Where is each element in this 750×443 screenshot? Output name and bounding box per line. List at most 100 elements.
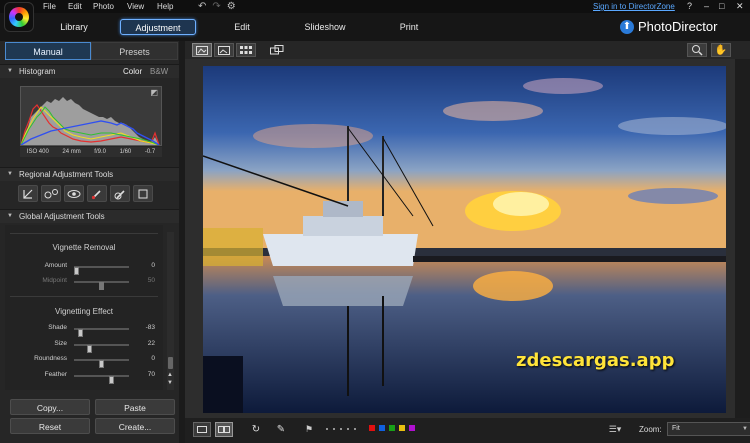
rotate-icon[interactable]: ↻ (248, 422, 264, 437)
clipping-warning-icon[interactable]: ◩ (150, 88, 158, 97)
radial-filter-icon[interactable] (133, 185, 153, 202)
histogram-mode-bw[interactable]: B&W (150, 67, 168, 76)
tab-presets[interactable]: Presets (91, 42, 178, 60)
draw-tool-icon[interactable]: ✎ (273, 422, 289, 437)
scroll-up-icon[interactable]: ▲ (167, 372, 173, 378)
slider-thumb[interactable] (99, 282, 104, 290)
slider-thumb[interactable] (99, 360, 104, 368)
crop-tool-icon[interactable] (18, 185, 38, 202)
gradient-mask-icon[interactable] (110, 185, 130, 202)
slider-track[interactable] (74, 375, 129, 384)
slider-thumb[interactable] (109, 376, 114, 384)
menu-file[interactable]: File (43, 2, 56, 11)
regional-tools-row (18, 185, 153, 202)
exif-focal-length: 24 mm (62, 149, 81, 155)
scrollbar-thumb[interactable] (168, 357, 173, 369)
scroll-down-icon[interactable]: ▼ (167, 380, 173, 386)
slider-track[interactable] (74, 266, 129, 275)
slider-amount[interactable]: Amount 0 (5, 261, 163, 275)
slider-track[interactable] (74, 344, 129, 353)
color-label-blue[interactable] (379, 425, 385, 431)
rating-dot[interactable] (347, 428, 349, 430)
global-tools-header[interactable]: ▼ Global Adjustment Tools (0, 209, 179, 223)
before-after-view-icon[interactable] (192, 43, 212, 57)
slider-label: Size (54, 340, 67, 347)
rating-dot[interactable] (333, 428, 335, 430)
single-view-icon[interactable] (214, 43, 234, 57)
hand-tool-icon[interactable]: ✋ (711, 43, 731, 57)
menu-bar: File Edit Photo View Help ↶ ↷ ⚙ Sign in … (0, 0, 750, 13)
tab-edit[interactable]: Edit (222, 19, 262, 35)
minimize-button[interactable]: – (704, 1, 709, 11)
side-by-side-view-icon[interactable] (215, 422, 233, 437)
menu-help[interactable]: Help (157, 2, 173, 11)
histogram-graph (20, 97, 160, 146)
histogram-mode-color[interactable]: Color (123, 67, 142, 76)
rating-dot[interactable] (340, 428, 342, 430)
help-button[interactable]: ? (687, 1, 692, 11)
exif-shutter: 1/60 (119, 149, 132, 155)
slider-thumb[interactable] (74, 267, 79, 275)
regional-tools-title: Regional Adjustment Tools (19, 170, 114, 179)
tab-print[interactable]: Print (392, 19, 426, 35)
tab-library[interactable]: Library (48, 19, 100, 35)
global-tools-content: Vignette Removal Amount 0 Midpoint 50 Vi… (5, 225, 163, 390)
exif-info-bar: ISO 400 24 mm f/9.0 1/60 -0.7 (20, 147, 162, 157)
slider-label: Shade (48, 324, 67, 331)
tab-adjustment[interactable]: Adjustment (120, 19, 196, 35)
red-eye-icon[interactable] (64, 185, 84, 202)
create-button[interactable]: Create... (95, 418, 175, 434)
sort-menu-icon[interactable]: ☰▾ (605, 422, 625, 437)
spot-removal-icon[interactable] (41, 185, 61, 202)
menu-photo[interactable]: Photo (93, 2, 114, 11)
color-label-red[interactable] (369, 425, 375, 431)
paste-button[interactable]: Paste (95, 399, 175, 415)
color-label-purple[interactable] (409, 425, 415, 431)
rating-dot[interactable] (354, 428, 356, 430)
panel-scrollbar[interactable]: ▲ ▼ (167, 232, 174, 390)
adjustment-brush-icon[interactable] (87, 185, 107, 202)
tab-slideshow[interactable]: Slideshow (296, 19, 354, 35)
menu-edit[interactable]: Edit (68, 2, 82, 11)
slider-feather[interactable]: Feather 70 (5, 370, 163, 384)
slider-thumb[interactable] (78, 329, 83, 337)
viewer-scrollbar[interactable] (735, 59, 750, 418)
zoom-tool-icon[interactable] (687, 43, 707, 57)
reset-button[interactable]: Reset (10, 418, 90, 434)
histogram-header[interactable]: ▼ Histogram Color B&W (0, 64, 179, 78)
maximize-button[interactable]: □ (719, 1, 724, 11)
flag-icon[interactable]: ⚑ (301, 422, 317, 437)
brand-logo: ⬆ PhotoDirector (620, 19, 717, 34)
slider-track[interactable] (74, 328, 129, 337)
tab-manual[interactable]: Manual (5, 42, 91, 60)
grid-view-icon[interactable] (236, 43, 256, 57)
slider-track[interactable] (74, 359, 129, 368)
menu-view[interactable]: View (127, 2, 144, 11)
collapse-triangle-icon: ▼ (7, 213, 13, 219)
compare-view-icon[interactable] (267, 43, 287, 57)
slider-midpoint[interactable]: Midpoint 50 (5, 276, 163, 290)
slider-thumb[interactable] (86, 345, 92, 353)
redo-icon[interactable]: ↷ (212, 1, 220, 12)
copy-button[interactable]: Copy... (10, 399, 90, 415)
slider-value: 50 (147, 277, 155, 284)
color-label-yellow[interactable] (399, 425, 405, 431)
slider-track[interactable] (74, 281, 129, 290)
module-bar: Library Adjustment Edit Slideshow Print … (0, 13, 750, 41)
slider-shade[interactable]: Shade -83 (5, 323, 163, 337)
color-label-green[interactable] (389, 425, 395, 431)
close-button[interactable]: ✕ (736, 1, 744, 12)
undo-icon[interactable]: ↶ (198, 1, 206, 12)
slider-value: 0 (151, 355, 155, 362)
single-photo-view-icon[interactable] (193, 422, 211, 437)
viewer-toolbar: ✋ (185, 41, 750, 59)
rating-dot[interactable] (326, 428, 328, 430)
slider-size[interactable]: Size 22 (5, 339, 163, 353)
regional-tools-header[interactable]: ▼ Regional Adjustment Tools (0, 167, 179, 181)
settings-gear-icon[interactable]: ⚙ (227, 1, 236, 12)
divider (10, 296, 158, 297)
director-badge-icon: ⬆ (620, 19, 634, 34)
zoom-select[interactable]: Fit ▼ (667, 422, 750, 436)
signin-link[interactable]: Sign in to DirectorZone (593, 2, 675, 11)
slider-roundness[interactable]: Roundness 0 (5, 354, 163, 368)
